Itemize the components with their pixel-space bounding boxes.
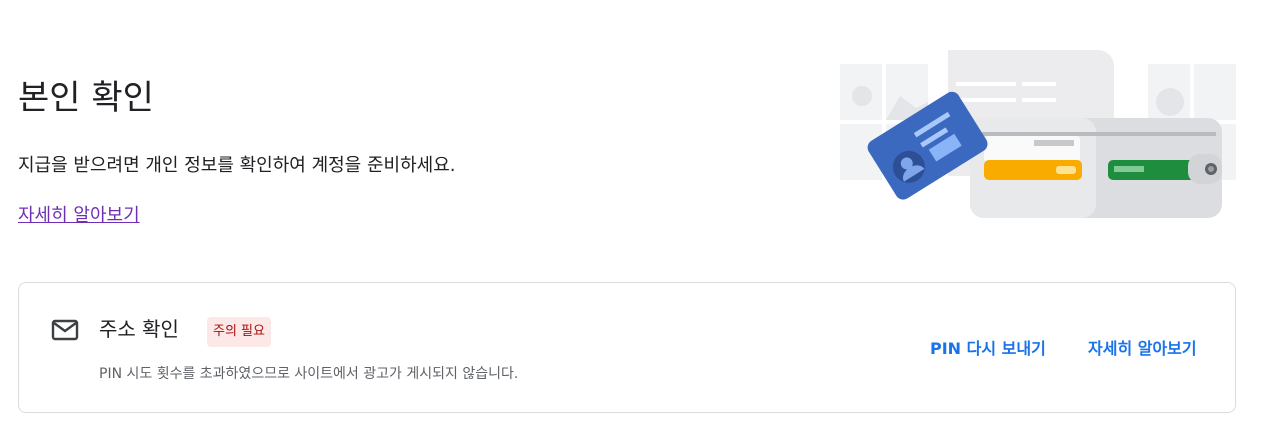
resend-pin-button[interactable]: PIN 다시 보내기	[930, 337, 1046, 361]
wallet-illustration	[840, 50, 1236, 218]
status-badge: 주의 필요	[207, 317, 271, 347]
mail-icon	[51, 319, 79, 341]
address-verification-card: 주소 확인 주의 필요 PIN 시도 횟수를 초과하였으므로 사이트에서 광고가…	[18, 282, 1236, 413]
learn-more-link[interactable]: 자세히 알아보기	[18, 202, 140, 230]
page-description: 지급을 받으려면 개인 정보를 확인하여 계정을 준비하세요.	[18, 155, 456, 176]
card-title: 주소 확인	[99, 317, 179, 341]
page-title: 본인 확인	[18, 78, 154, 118]
card-description: PIN 시도 횟수를 초과하였으므로 사이트에서 광고가 게시되지 않습니다.	[99, 366, 519, 382]
card-learn-more-button[interactable]: 자세히 알아보기	[1088, 337, 1197, 361]
